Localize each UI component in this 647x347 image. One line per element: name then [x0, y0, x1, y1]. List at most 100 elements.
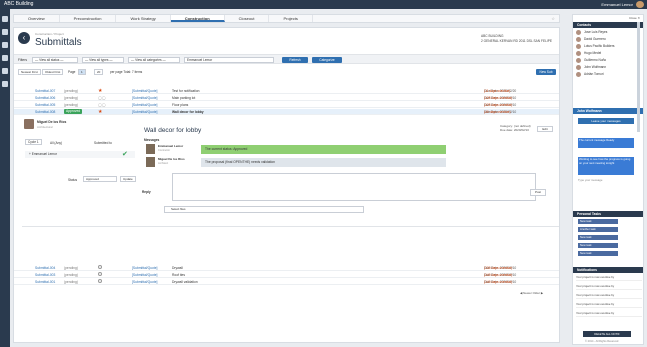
attach-files[interactable]: Select files: [164, 206, 364, 213]
chat-input[interactable]: Type your message: [578, 178, 602, 182]
tab-overview[interactable]: Overview: [14, 15, 60, 22]
status-select[interactable]: Approved: [83, 176, 117, 182]
page-label: Page: [68, 70, 76, 74]
row-overdue: (140 days overdue): [484, 273, 513, 277]
cycle-select[interactable]: Cycle 1: [25, 139, 42, 145]
table-row[interactable]: Submittal-003 (pending) [Submittal/Quote…: [14, 272, 559, 278]
row-description[interactable]: Main parking lot: [172, 95, 195, 101]
refresh-button[interactable]: Refresh: [282, 57, 308, 63]
settings-icon[interactable]: [2, 81, 8, 87]
row-description[interactable]: Drywall: [172, 265, 183, 271]
row-description[interactable]: Drywall validation: [172, 279, 198, 285]
calendar-icon[interactable]: [2, 55, 8, 61]
contact-item[interactable]: Adrián Tomuri: [576, 71, 642, 77]
row-overdue: (130 days overdue): [484, 266, 513, 270]
table-row-expanded[interactable]: Submittal-008 Approved ★ [Submittal/Quot…: [14, 109, 559, 115]
task-item[interactable]: New task: [578, 235, 618, 240]
task-item[interactable]: New task: [578, 219, 618, 224]
reviewer-name: Emmanuel Lemor: [31, 152, 57, 156]
pager: ◀ Newer Older ▶: [520, 291, 543, 295]
row-id[interactable]: Submittal-004: [35, 265, 55, 271]
notification-item[interactable]: Your project is now overdue by: [576, 284, 642, 290]
row-id[interactable]: Submittal-006: [35, 95, 55, 101]
row-description[interactable]: Wall decor for lobby: [172, 109, 204, 115]
notification-item[interactable]: Your project is now overdue by: [576, 275, 642, 281]
chart-icon[interactable]: [2, 68, 8, 74]
task-item[interactable]: New task: [578, 251, 618, 256]
expand-icon[interactable]: +: [25, 152, 31, 156]
close-panel-button[interactable]: Close ✕: [629, 16, 640, 20]
reviewer-row[interactable]: + Emmanuel Lemor: [25, 151, 135, 158]
type-filter[interactable]: — View all types —: [82, 57, 124, 63]
tab-projects[interactable]: Projects: [269, 15, 313, 22]
tab-closeout[interactable]: Closeout: [225, 15, 270, 22]
notifications-header: Notifications: [573, 267, 643, 273]
oldest-first-button[interactable]: Oldest First: [42, 69, 64, 75]
breadcrumb[interactable]: Construction / Project: [35, 32, 64, 36]
per-page-select[interactable]: 20: [94, 69, 104, 75]
contact-item[interactable]: Lotus Pacific Builders: [576, 43, 642, 49]
older-button[interactable]: Older ▶: [533, 291, 543, 295]
edit-button[interactable]: Edit: [537, 126, 553, 132]
avatar: [576, 44, 581, 49]
delete-notifications-button[interactable]: DELETE ALL NOTIF: [583, 331, 631, 337]
contact-item[interactable]: Hugo Medel: [576, 50, 642, 56]
table-row[interactable]: Submittal-005 (pending) ◯◯ [Submittal/Qu…: [14, 102, 559, 108]
main-panel: ‹ Construction / Project Submittals ABC …: [13, 27, 560, 343]
table-row[interactable]: Submittal-006 (pending) ◯◯ [Submittal/Qu…: [14, 95, 559, 101]
row-description[interactable]: Test for notification: [172, 88, 200, 94]
task-item[interactable]: New task: [578, 243, 618, 248]
user-filter[interactable]: Emmanuel Lemor: [184, 57, 274, 63]
row-description[interactable]: Roof ties: [172, 272, 185, 278]
star-icon[interactable]: ★: [98, 88, 102, 94]
contact-item[interactable]: John Wolfmann: [576, 64, 642, 70]
contact-item[interactable]: David Guerrero: [576, 36, 642, 42]
row-id[interactable]: Submittal-008: [35, 109, 55, 115]
notification-item[interactable]: Your project is now overdue by: [576, 311, 642, 317]
tab-preconstruction[interactable]: Preconstruction: [60, 15, 117, 22]
task-item[interactable]: Another task: [578, 227, 618, 232]
favorite-icon[interactable]: ☆: [551, 15, 559, 22]
newer-button[interactable]: ◀ Newer: [520, 291, 532, 295]
check-icon: ✔: [122, 151, 128, 158]
table-row[interactable]: Submittal-004 (pending) [Submittal/Quote…: [14, 265, 559, 271]
categorize-button[interactable]: Categorize: [312, 57, 342, 63]
new-submittal-button[interactable]: New Sub: [536, 69, 556, 75]
contact-item[interactable]: Jose Luis Reyes: [576, 29, 642, 35]
reply-textarea[interactable]: [172, 173, 536, 201]
chat-message: The current message Ready: [578, 138, 634, 148]
category-filter[interactable]: — View all categories —: [128, 57, 180, 63]
people-icon[interactable]: [2, 42, 8, 48]
notification-item[interactable]: Your project is now overdue by: [576, 293, 642, 299]
message-author: Emmanuel Lemor: [158, 144, 184, 148]
newest-first-button[interactable]: Newest First: [18, 69, 41, 75]
row-id[interactable]: Submittal-001: [35, 279, 55, 285]
notification-item[interactable]: Your project is now overdue by: [576, 302, 642, 308]
row-id[interactable]: Submittal-007: [35, 88, 55, 94]
avatar[interactable]: [636, 1, 644, 8]
scrollbar[interactable]: [637, 22, 640, 132]
row-id[interactable]: Submittal-005: [35, 102, 55, 108]
page-number[interactable]: 1: [78, 69, 86, 75]
table-row[interactable]: Submittal-001 (pending) [Submittal/Quote…: [14, 279, 559, 285]
update-button[interactable]: Update: [120, 176, 136, 182]
row-type: [Submittal/Quote]: [132, 280, 158, 284]
home-icon[interactable]: [2, 16, 8, 22]
avatar: [146, 144, 155, 154]
leave-message-button[interactable]: Leave your messages: [578, 118, 634, 124]
contact-item[interactable]: Guillermo Nuño: [576, 57, 642, 63]
star-icon[interactable]: ★: [98, 109, 102, 115]
contact-name: Lotus Pacific Builders: [584, 44, 615, 48]
tab-work-strategy[interactable]: Work Strategy: [116, 15, 171, 22]
documents-icon[interactable]: [2, 29, 8, 35]
user-name[interactable]: Emmanuel Lemor: [601, 1, 633, 8]
back-icon[interactable]: ‹: [18, 32, 30, 44]
row-description[interactable]: Floor plans: [172, 102, 188, 108]
chat-header[interactable]: John Wolfmann: [573, 108, 643, 114]
post-button[interactable]: Post: [530, 189, 546, 196]
table-row[interactable]: Submittal-007 (pending) ★ [Submittal/Quo…: [14, 88, 559, 94]
row-state: (pending): [64, 103, 78, 107]
tab-construction[interactable]: Construction: [170, 15, 225, 22]
row-id[interactable]: Submittal-003: [35, 272, 55, 278]
status-filter[interactable]: — View all status —: [32, 57, 78, 63]
